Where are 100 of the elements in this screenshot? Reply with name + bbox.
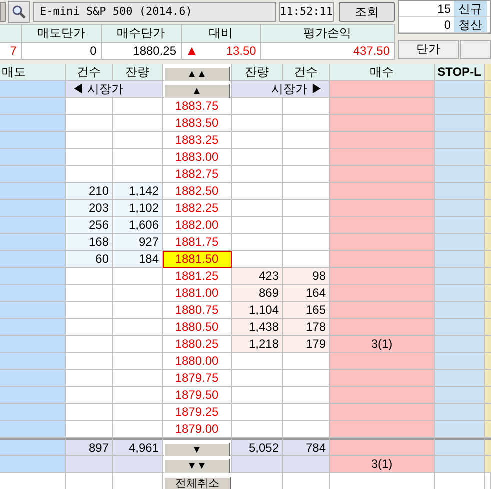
table-cell [0, 251, 66, 268]
scroll-up-button[interactable]: ▲ [164, 84, 230, 99]
table-cell [435, 98, 485, 115]
table-cell [113, 115, 163, 132]
bid-quantity-cell: 1,218 [232, 336, 283, 353]
ask-count-cell: 210 [66, 183, 113, 200]
bid-quantity-cell: 1,438 [232, 319, 283, 336]
price-cell: 1883.25 [163, 132, 232, 149]
table-cell [435, 115, 485, 132]
table-cell [232, 353, 283, 370]
price-cell: 1880.00 [163, 353, 232, 370]
price-cell: 1883.75 [163, 98, 232, 115]
table-cell [232, 200, 283, 217]
price-cell: 1883.00 [163, 149, 232, 166]
table-cell [283, 370, 330, 387]
table-cell [66, 421, 113, 438]
price-cell: 1882.25 [163, 200, 232, 217]
buy-order-cell: 3(1) [330, 336, 435, 353]
table-cell [0, 319, 66, 336]
scroll-down-fast-button[interactable]: ▼▼ [164, 459, 230, 474]
table-cell [113, 336, 163, 353]
table-cell [232, 404, 283, 421]
table-cell [283, 251, 330, 268]
table-cell [113, 166, 163, 183]
search-button[interactable] [8, 1, 30, 23]
market-buy-button[interactable]: 시장가 ▶ [232, 81, 330, 98]
table-cell [113, 370, 163, 387]
price-button[interactable]: 단가 [398, 40, 459, 59]
symbol-field[interactable]: E-mini S&P 500 (2014.6) [33, 2, 276, 22]
column-header: STOP-L [435, 64, 485, 81]
table-cell [0, 438, 66, 456]
bid-count-cell: 164 [283, 285, 330, 302]
table-cell [283, 353, 330, 370]
table-cell [0, 115, 66, 132]
table-cell [232, 149, 283, 166]
table-cell [0, 302, 66, 319]
summary-cell: 0 [22, 43, 102, 59]
table-cell [283, 404, 330, 421]
table-cell [435, 149, 485, 166]
ask-count-cell: 60 [66, 251, 113, 268]
price-cell: 1883.50 [163, 115, 232, 132]
table-cell [113, 319, 163, 336]
bid-quantity-cell: 1,104 [232, 302, 283, 319]
bid-count-cell: 165 [283, 302, 330, 319]
ask-quantity-cell: 1,606 [113, 217, 163, 234]
table-cell [0, 234, 66, 251]
table-cell [66, 132, 113, 149]
table-cell [66, 404, 113, 421]
change-sign: ▲ [186, 43, 198, 59]
position-label: 청산 [454, 17, 487, 32]
table-cell [66, 336, 113, 353]
table-cell [435, 404, 485, 421]
table-cell [0, 166, 66, 183]
table-cell [435, 438, 485, 456]
price-cell: 1881.25 [163, 268, 232, 285]
table-cell [66, 285, 113, 302]
table-cell [66, 302, 113, 319]
table-cell [66, 115, 113, 132]
scroll-up-fast-button[interactable]: ▲▲ [164, 67, 230, 82]
table-cell [232, 183, 283, 200]
table-cell [0, 404, 66, 421]
table-cell [232, 217, 283, 234]
column-header: 매수 [330, 64, 435, 81]
search-icon [12, 5, 26, 19]
table-cell [0, 421, 66, 438]
table-cell [66, 319, 113, 336]
price-cell: 1882.50 [163, 183, 232, 200]
position-label: 신규 [454, 1, 487, 16]
table-cell [66, 166, 113, 183]
bid-count-cell: 178 [283, 319, 330, 336]
table-cell [435, 183, 485, 200]
cancel-all-button[interactable]: 전체취소 [164, 477, 231, 489]
market-sell-button[interactable]: ◀ 시장가 [66, 81, 163, 98]
table-cell [113, 302, 163, 319]
price-cell: 1881.00 [163, 285, 232, 302]
table-cell [435, 456, 485, 473]
table-cell [113, 285, 163, 302]
table-cell [0, 98, 66, 115]
table-cell [113, 353, 163, 370]
price-cell: 1880.75 [163, 302, 232, 319]
query-button[interactable]: 조회 [339, 2, 395, 22]
table-cell [232, 370, 283, 387]
table-cell [66, 370, 113, 387]
table-cell [0, 268, 66, 285]
total-cell: 784 [283, 438, 330, 456]
table-cell [66, 456, 113, 473]
table-cell [113, 268, 163, 285]
table-cell [435, 421, 485, 438]
bid-quantity-cell: 423 [232, 268, 283, 285]
blank-button[interactable] [460, 40, 491, 59]
column-header: 건수 [66, 64, 113, 81]
column-header: 잔량 [113, 64, 163, 81]
position-count: 15 [436, 1, 452, 16]
ask-quantity-cell: 927 [113, 234, 163, 251]
table-cell [283, 166, 330, 183]
table-cell [66, 353, 113, 370]
table-cell [283, 132, 330, 149]
table-cell [435, 251, 485, 268]
ask-quantity-cell: 1,142 [113, 183, 163, 200]
table-cell [0, 456, 66, 473]
